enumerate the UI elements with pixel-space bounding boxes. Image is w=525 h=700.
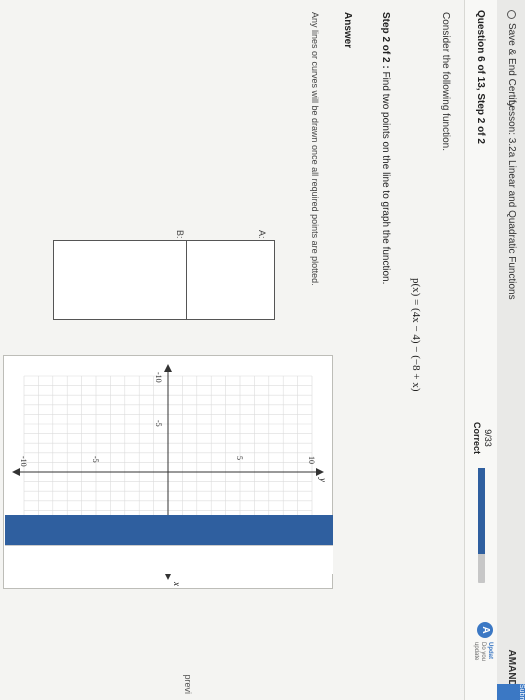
point-a-label: A: bbox=[257, 230, 267, 239]
update-notice[interactable]: A Updat Do you update bbox=[472, 622, 493, 661]
lesson-title: Lesson: 3.2a Linear and Quadratic Functi… bbox=[506, 100, 517, 300]
y-tick-label: 5 bbox=[235, 456, 244, 460]
update-line2: update bbox=[473, 642, 479, 661]
top-bar: Save & End Certify Lesson: 3.2a Linear a… bbox=[496, 0, 525, 700]
score-status: Correct bbox=[472, 421, 482, 454]
x-axis-arrow-icon bbox=[164, 572, 172, 580]
score: 9/33 Correct bbox=[471, 418, 493, 458]
point-b-label: B: bbox=[175, 230, 185, 239]
step-number: Step 2 of 2 : bbox=[380, 12, 391, 69]
y-axis-arrow-icon bbox=[316, 468, 324, 476]
y-axis-arrow-down-icon bbox=[12, 468, 20, 476]
x-tick-label: -5 bbox=[154, 420, 163, 427]
x-tick-label: 5 bbox=[154, 516, 163, 520]
answer-label: Answer bbox=[342, 12, 353, 49]
step-text: Find two points on the line to graph the… bbox=[380, 68, 391, 285]
x-axis-arrow-left-icon bbox=[164, 364, 172, 372]
submit-button[interactable]: Subm bbox=[497, 684, 525, 700]
x-tick-label: -10 bbox=[154, 372, 163, 383]
y-tick-label: -10 bbox=[19, 456, 28, 467]
x-axis-label: x bbox=[172, 581, 182, 586]
save-end-button[interactable]: Save & End Certify bbox=[506, 10, 517, 107]
coordinate-grid[interactable]: -10 -5 5 10 10 5 -5 -10 x y bbox=[4, 356, 332, 588]
avatar: A bbox=[477, 622, 493, 638]
graph-panel[interactable]: -10 -5 5 10 10 5 -5 -10 x y bbox=[3, 355, 333, 589]
function-expression: p(x) = (4x − 4) − (−8 + x) bbox=[410, 278, 422, 392]
progress-fill bbox=[478, 468, 485, 555]
score-value: 9/33 bbox=[483, 429, 493, 447]
question-header: Question 6 of 13, Step 2 of 2 9/33 Corre… bbox=[464, 0, 497, 700]
update-title: Updat bbox=[487, 642, 493, 659]
update-line1: Do you bbox=[480, 642, 486, 662]
x-tick-label: 10 bbox=[154, 564, 163, 572]
point-b-input[interactable] bbox=[53, 240, 187, 320]
y-axis-label: y bbox=[318, 477, 328, 482]
progress-bar bbox=[478, 468, 485, 583]
question-title: Question 6 of 13, Step 2 of 2 bbox=[475, 10, 486, 144]
screen: Save & End Certify Lesson: 3.2a Linear a… bbox=[0, 0, 525, 700]
y-tick-label: -5 bbox=[91, 456, 100, 463]
gear-icon bbox=[507, 10, 516, 19]
y-tick-label: 10 bbox=[307, 456, 316, 464]
previous-button[interactable]: previ bbox=[183, 674, 193, 694]
update-text: Updat Do you update bbox=[472, 642, 493, 661]
step-instruction: Step 2 of 2 : Find two points on the lin… bbox=[380, 12, 391, 284]
plot-instruction: Any lines or curves will be drawn once a… bbox=[310, 12, 320, 286]
save-end-label: Save & End Certify bbox=[506, 23, 517, 108]
consider-text: Consider the following function. bbox=[440, 12, 451, 151]
